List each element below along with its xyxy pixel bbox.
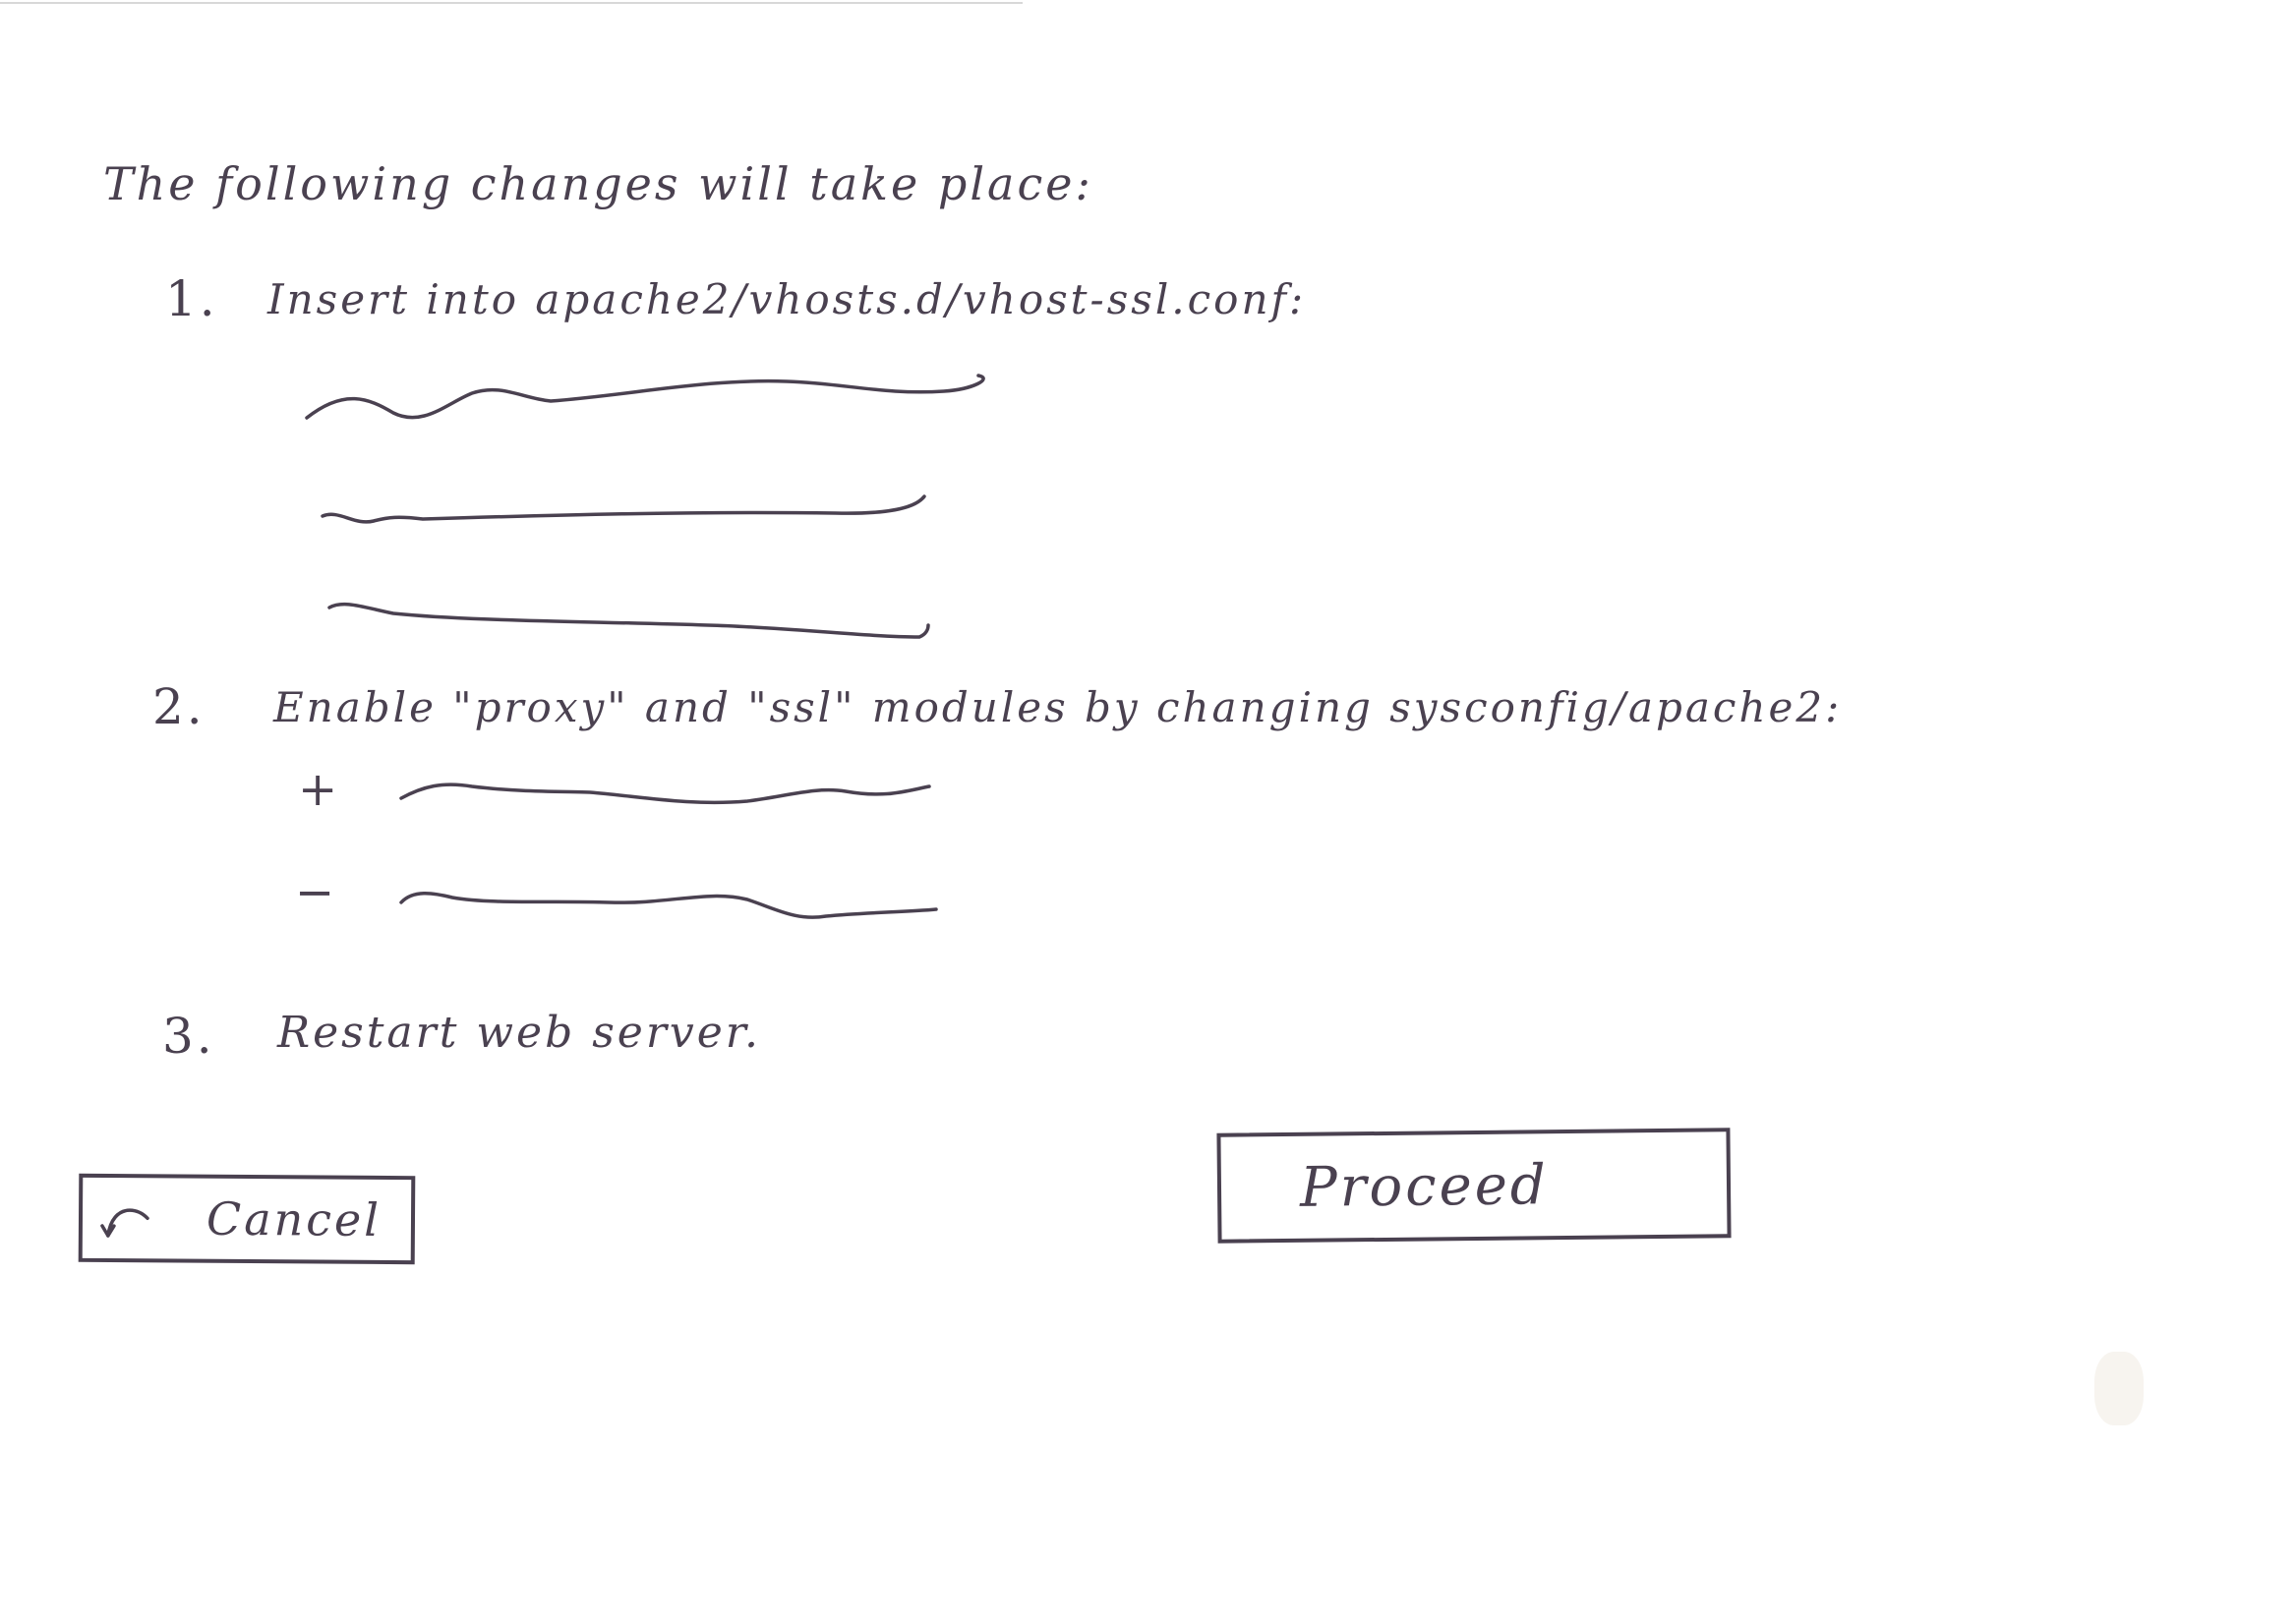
step-2-text: Enable "proxy" and "ssl" modules by chan… (273, 683, 1843, 731)
config-line-1 (305, 374, 985, 420)
paper-smudge (2094, 1352, 2144, 1425)
step-2-number: 2. (152, 678, 206, 735)
cancel-button-label: Cancel (206, 1191, 383, 1246)
proceed-button-label: Proceed (1299, 1152, 1549, 1220)
page-edge-line (0, 2, 1023, 4)
undo-arrow-icon (100, 1208, 149, 1238)
cancel-button[interactable]: Cancel (78, 1173, 416, 1265)
proceed-button[interactable]: Proceed (1216, 1128, 1732, 1244)
diff-removed-marker: − (295, 865, 338, 920)
diff-removed-line (399, 892, 938, 919)
placeholder-lines (305, 374, 985, 919)
step-3-text: Restart web server. (277, 1008, 761, 1058)
step-1-number: 1. (165, 270, 218, 327)
step-3-number: 3. (162, 1008, 215, 1065)
config-line-2 (321, 494, 926, 524)
diff-added-line (399, 783, 931, 805)
config-line-3 (327, 602, 930, 639)
diff-added-marker: + (298, 762, 341, 817)
changes-heading: The following changes will take place: (103, 157, 1093, 210)
step-1-text: Insert into apache2/vhosts.d/vhost-ssl.c… (267, 275, 1307, 323)
